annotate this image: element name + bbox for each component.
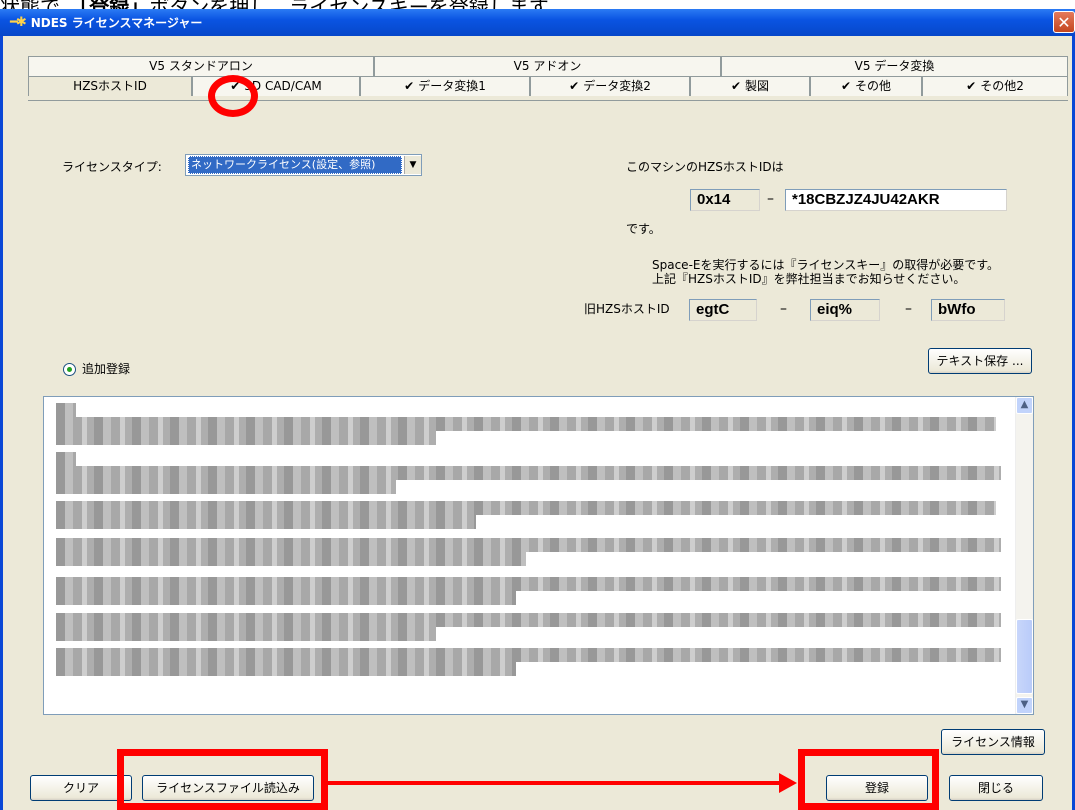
tab-other-2[interactable]: ✔ その他2 [922,76,1068,96]
tab-row-top: V5 スタンドアロン V5 アドオン V5 データ変換 [28,56,1068,76]
highlight-circle [208,75,258,117]
hostid-desu: です。 [626,222,661,236]
window-title: NDES ライセンスマネージャー [30,16,203,30]
blurred-text-line [56,431,436,445]
highlight-rect-read-file [117,749,328,810]
check-icon: ✔ [840,79,852,93]
blurred-text-line [56,648,1001,662]
old-hostid-label: 旧HZSホストID [584,302,670,316]
blurred-text-line [56,662,516,676]
close-button[interactable]: 閉じる [949,775,1043,801]
old-hostid-field-3: bWfo [931,299,1005,321]
arrow-right-icon [779,773,797,793]
blurred-text-line [56,501,996,515]
tab-data-conversion-1[interactable]: ✔ データ変換1 [360,76,530,96]
hostid-intro: このマシンのHZSホストIDは [626,160,784,174]
highlight-rect-register [798,749,939,810]
blurred-text-line [56,552,526,566]
text-save-button[interactable]: テキスト保存 ... [928,348,1032,374]
hostid-dash: – [767,191,774,207]
old-hostid-field-2: eiq% [810,299,880,321]
license-key-textarea[interactable]: ▲ ▼ [43,396,1034,715]
textarea-scrollbar[interactable]: ▲ ▼ [1015,397,1033,714]
radio-selected-icon [63,363,76,376]
scroll-down-icon[interactable]: ▼ [1016,697,1033,714]
blurred-text-line [56,591,516,605]
hostid-field: *18CBZJZ4JU42AKR [785,189,1007,211]
license-type-label: ライセンスタイプ: [62,160,162,174]
check-icon: ✔ [569,79,580,93]
radio-label: 追加登録 [82,362,131,376]
tab-row-bottom: HZSホストID ✔ 3D CAD/CAM ✔ データ変換1 ✔ データ変換2 ✔ 製図… [28,76,1068,96]
tab-label: その他 [855,79,892,93]
tab-v5-addon[interactable]: V5 アドオン [374,56,721,76]
license-manager-window: ━✱ NDES ライセンスマネージャー ✕ V5 スタンドアロン V5 アドオン… [0,9,1075,810]
blurred-text-line [56,466,1001,480]
old-hostid-field-1: egtC [689,299,757,321]
blurred-text-line [56,613,1001,627]
blurred-text-line [56,538,1001,552]
blurred-text-line [56,452,76,466]
tab-label: HZSホストID [73,79,147,93]
tab-other[interactable]: ✔ その他 [810,76,922,96]
license-type-select[interactable]: ネットワークライセンス(設定、参照) ▼ [185,154,422,176]
tab-drafting[interactable]: ✔ 製図 [690,76,810,96]
title-bar: ━✱ NDES ライセンスマネージャー ✕ [0,9,1075,36]
append-register-radio[interactable]: 追加登録 [63,360,130,377]
blurred-text-line [56,515,476,529]
chevron-down-icon: ▼ [404,156,421,174]
annotation-arrow-line [328,781,780,785]
blurred-text-line [56,627,436,641]
scroll-up-icon[interactable]: ▲ [1016,397,1033,414]
tab-label: その他2 [980,79,1024,93]
blurred-text-line [56,417,996,431]
old-hostid-dash-1: – [780,301,787,317]
license-info-button[interactable]: ライセンス情報 [941,729,1045,755]
tab-v5-standalone[interactable]: V5 スタンドアロン [28,56,374,76]
tab-v5-data-conversion[interactable]: V5 データ変換 [721,56,1068,76]
key-icon: ━✱ [10,15,27,30]
tab-label: 製図 [745,79,770,93]
blurred-text-line [56,577,1001,591]
scroll-thumb[interactable] [1016,619,1033,694]
hostid-prefix-field: 0x14 [690,189,760,211]
close-window-button[interactable]: ✕ [1053,11,1075,33]
hostid-note-2: 上記『HZSホストID』を弊社担当までお知らせください。 [652,272,966,286]
blurred-text-line [56,480,396,494]
tab-label: データ変換2 [583,79,651,93]
tab-hzs-host-id[interactable]: HZSホストID [28,76,192,96]
tab-data-conversion-2[interactable]: ✔ データ変換2 [530,76,690,96]
license-type-value: ネットワークライセンス(設定、参照) [188,156,402,174]
old-hostid-dash-2: – [905,301,912,317]
check-icon: ✔ [966,79,977,93]
check-icon: ✔ [404,79,415,93]
tab-label: データ変換1 [418,79,486,93]
blurred-text-line [56,403,76,417]
check-icon: ✔ [730,79,742,93]
